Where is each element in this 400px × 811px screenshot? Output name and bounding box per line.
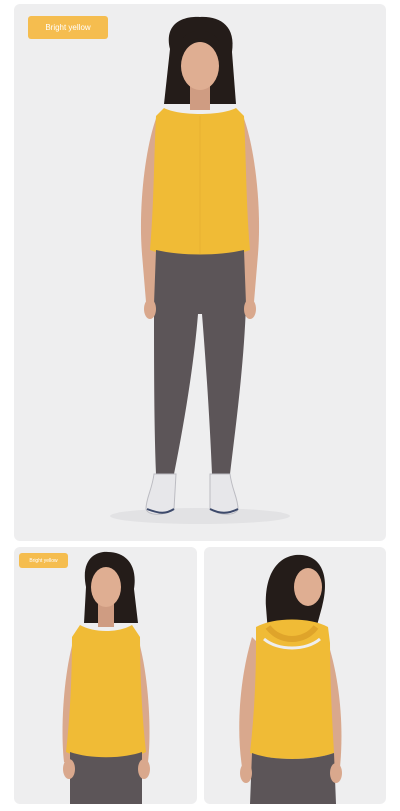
- model-back-view-image: [239, 554, 342, 804]
- detail-back-photo: [204, 547, 386, 804]
- detail-front-photo: Bright yellow: [14, 547, 197, 804]
- model-full-body-image: [110, 16, 290, 524]
- model-front-closeup-image: [62, 551, 150, 804]
- color-badge: Bright yellow: [28, 16, 108, 39]
- main-product-photo: Bright yellow: [14, 4, 386, 541]
- color-badge-small: Bright yellow: [19, 553, 68, 568]
